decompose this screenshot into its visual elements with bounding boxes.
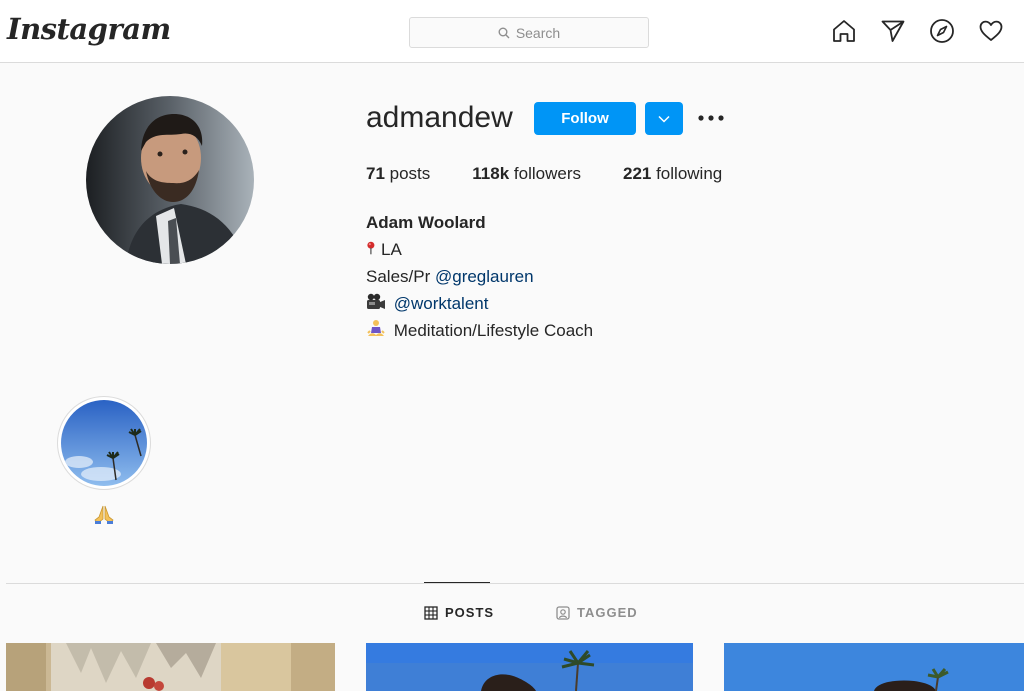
posts-count: 71 posts [366,164,431,183]
folded-hands-emoji [94,505,114,524]
post-thumbnail[interactable] [724,643,1024,691]
home-icon[interactable] [831,18,857,44]
chevron-down-icon [658,115,670,123]
nav-icons [831,18,1004,44]
bio-line-worktalent: @worktalent [366,290,593,317]
avatar-photo [86,96,254,264]
tagged-icon [556,605,570,620]
bio-line-location: LA [366,236,593,263]
direct-icon[interactable] [880,18,906,44]
bio-line-sales: Sales/Pr @greglauren [366,267,534,286]
highlight-cover [61,400,147,486]
bio-line-coach: Meditation/Lifestyle Coach [366,317,593,344]
tab-tagged[interactable]: TAGGED [556,605,638,620]
greglauren-link[interactable]: @greglauren [435,267,534,286]
active-tab-indicator [424,582,490,583]
search-placeholder: Search [515,24,561,41]
movie-camera-emoji [367,293,385,309]
followers-count[interactable]: 118k followers [472,164,581,184]
following-count[interactable]: 221 following [623,164,722,184]
search-icon [498,27,510,38]
search-input[interactable]: Search [409,17,649,48]
story-highlight[interactable] [57,396,151,490]
person-lotus-position-emoji [367,320,385,336]
grid-icon [424,605,438,620]
follow-button[interactable]: Follow [534,102,636,135]
activity-heart-icon[interactable] [978,18,1004,44]
post-thumbnail[interactable] [6,643,335,691]
suggestions-dropdown-button[interactable] [645,102,683,135]
round-pushpin-emoji [367,241,375,255]
profile-username: admandew [366,101,513,134]
tab-posts[interactable]: POSTS [424,605,494,620]
instagram-logo[interactable]: Instagram [7,12,171,46]
worktalent-link[interactable]: @worktalent [394,294,489,313]
explore-icon[interactable] [929,18,955,44]
more-options-button[interactable] [697,108,725,128]
tabs-divider [6,583,1024,584]
post-thumbnail[interactable] [366,643,693,691]
profile-stats: 71 posts 118k followers 221 following [366,164,764,184]
profile-bio: Adam Woolard LA Sales/Pr @greglauren @wo… [366,209,593,344]
top-navigation-bar: Instagram Search [0,0,1024,63]
profile-avatar[interactable] [86,96,254,264]
more-horizontal-icon [698,115,724,121]
profile-full-name: Adam Woolard [366,213,486,232]
